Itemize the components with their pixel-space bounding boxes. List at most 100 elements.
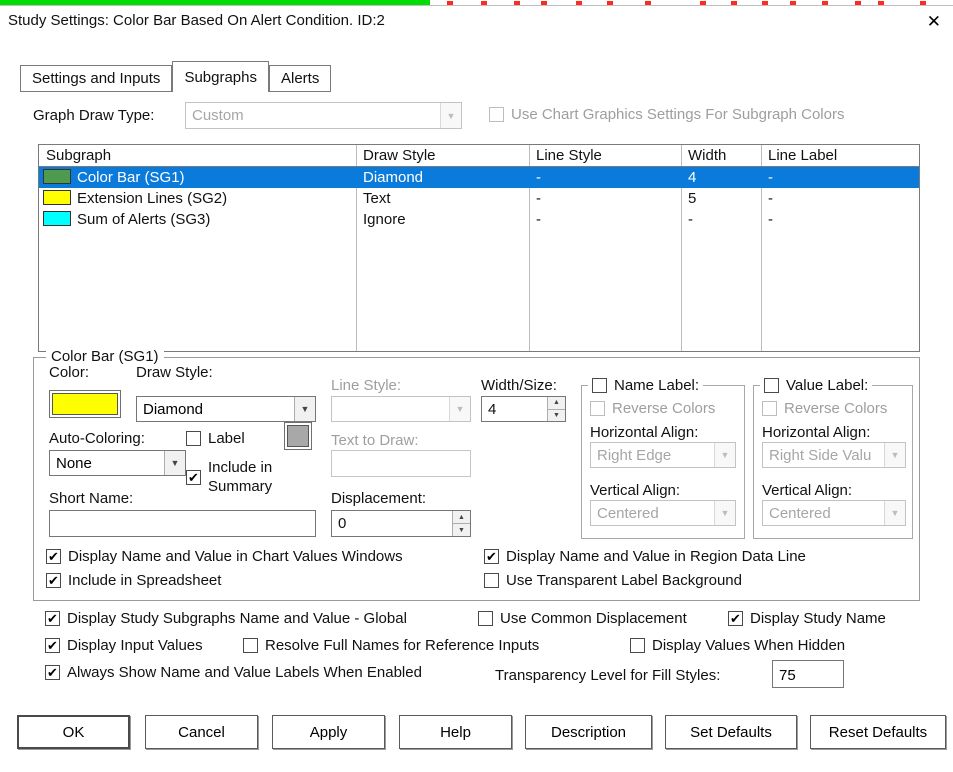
checkbox-label: Display Input Values [67,637,203,654]
table-header: Subgraph Draw Style Line Style Width Lin… [39,145,919,167]
checkmark-icon: ✔ [47,611,58,626]
cell-draw-style: Ignore [363,211,406,228]
display-input-values-checkbox[interactable]: ✔ Display Input Values [45,637,203,654]
vertical-align-value: Centered [597,505,659,522]
draw-style-select[interactable]: Diamond ▼ [136,396,316,422]
subgraph-settings-group: Color Bar (SG1) Color: Draw Style: Line … [33,348,920,601]
help-button[interactable]: Help [399,715,512,749]
checkbox-box: ✔ [186,469,201,485]
dropdown-button[interactable]: ▼ [294,397,315,421]
reset-defaults-button[interactable]: Reset Defaults [810,715,946,749]
spin-down-button[interactable]: ▼ [453,524,470,536]
tab-subgraphs[interactable]: Subgraphs [172,61,269,92]
cell-name: Color Bar (SG1) [77,169,185,186]
chevron-down-icon: ▼ [720,508,730,518]
cell-name: Sum of Alerts (SG3) [77,211,211,228]
label-color-fill [287,425,309,447]
resolve-full-names-checkbox[interactable]: Resolve Full Names for Reference Inputs [243,637,539,654]
displacement-label: Displacement: [331,490,427,507]
graph-draw-type-value: Custom [192,107,244,124]
vertical-align-label: Vertical Align: [590,482,681,499]
dropdown-button: ▼ [714,443,735,467]
graph-draw-type-label: Graph Draw Type: [33,107,155,124]
label-checkbox[interactable]: Label [186,430,245,447]
column-header-line-style: Line Style [536,147,602,164]
dialog-title: Study Settings: Color Bar Based On Alert… [8,12,385,29]
cancel-button[interactable]: Cancel [145,715,258,749]
include-spreadsheet-checkbox[interactable]: ✔ Include in Spreadsheet [46,572,221,589]
short-name-label: Short Name: [49,490,134,507]
apply-button[interactable]: Apply [272,715,385,749]
horizontal-align-value: Right Side Valu [769,447,872,464]
checkbox-box [592,378,607,393]
color-label: Color: [49,364,90,381]
checkmark-icon: ✔ [486,549,497,564]
checkbox-label: Display Values When Hidden [652,637,846,654]
set-defaults-button[interactable]: Set Defaults [665,715,797,749]
always-show-labels-checkbox[interactable]: ✔ Always Show Name and Value Labels When… [45,664,422,681]
description-button[interactable]: Description [525,715,652,749]
checkbox-label: Display Study Name [750,610,886,627]
label-color-picker-button[interactable] [284,422,312,450]
tab-alerts[interactable]: Alerts [269,65,332,92]
vertical-align-value: Centered [769,505,831,522]
include-in-summary-checkbox[interactable]: ✔ Include in Summary [186,458,296,496]
column-header-draw-style: Draw Style [363,147,436,164]
checkbox-box [489,107,504,122]
horizontal-align-label: Horizontal Align: [762,424,871,441]
arrow-down-icon: ▼ [458,526,465,534]
checkbox-box: ✔ [728,611,743,626]
name-label-checkbox[interactable]: Name Label: [588,377,704,394]
auto-coloring-select[interactable]: None ▼ [49,450,186,476]
checkbox-label: Value Label: [786,377,869,394]
common-displacement-checkbox[interactable]: Use Common Displacement [478,610,687,627]
checkbox-box [484,573,499,588]
display-region-data-checkbox[interactable]: ✔ Display Name and Value in Region Data … [484,548,806,565]
table-row[interactable]: Color Bar (SG1) Diamond - 4 - [39,167,919,188]
checkbox-label: Use Chart Graphics Settings For Subgraph… [511,106,845,123]
chevron-down-icon: ▼ [890,450,900,460]
display-chart-values-checkbox[interactable]: ✔ Display Name and Value in Chart Values… [46,548,403,565]
spin-up-button[interactable]: ▲ [453,511,470,524]
value-horizontal-align-select: Right Side Valu ▼ [762,442,906,468]
display-values-hidden-checkbox[interactable]: Display Values When Hidden [630,637,845,654]
spin-down-button[interactable]: ▼ [548,409,565,421]
spin-up-button[interactable]: ▲ [548,397,565,410]
cell-line-label: - [768,169,773,186]
dropdown-button: ▼ [449,397,470,421]
tab-settings-and-inputs[interactable]: Settings and Inputs [20,65,173,92]
transparency-level-input[interactable] [772,660,844,688]
subgraphs-global-checkbox[interactable]: ✔ Display Study Subgraphs Name and Value… [45,610,407,627]
name-label-box: Name Label: Reverse Colors Horizontal Al… [581,377,745,539]
close-icon: ✕ [926,12,941,31]
ok-button[interactable]: OK [17,715,130,749]
dropdown-button: ▼ [884,443,905,467]
horizontal-align-value: Right Edge [597,447,672,464]
transparent-background-checkbox[interactable]: Use Transparent Label Background [484,572,742,589]
checkbox-label: Display Name and Value in Chart Values W… [68,548,403,565]
cell-line-label: - [768,211,773,228]
column-header-subgraph: Subgraph [46,147,112,164]
checkmark-icon: ✔ [47,665,58,680]
name-horizontal-align-select: Right Edge ▼ [590,442,736,468]
dropdown-button: ▼ [714,501,735,525]
cell-line-style: - [536,211,541,228]
checkmark-icon: ✔ [48,549,59,564]
table-row[interactable]: Sum of Alerts (SG3) Ignore - - - [39,209,919,230]
color-picker-button[interactable] [49,390,121,418]
cell-draw-style: Diamond [363,169,424,186]
dropdown-button[interactable]: ▼ [164,451,185,475]
screen: Study Settings: Color Bar Based On Alert… [0,0,953,772]
draw-style-label: Draw Style: [136,364,213,381]
short-name-input[interactable] [49,510,316,537]
checkbox-box: ✔ [46,573,61,588]
width-size-stepper[interactable]: 4 ▲ ▼ [481,396,566,422]
displacement-stepper[interactable]: 0 ▲ ▼ [331,510,471,537]
display-study-name-checkbox[interactable]: ✔ Display Study Name [728,610,886,627]
value-label-checkbox[interactable]: Value Label: [760,377,873,394]
checkmark-icon: ✔ [188,469,199,485]
arrow-down-icon: ▼ [553,411,560,419]
chevron-down-icon: ▼ [455,404,465,414]
table-row[interactable]: Extension Lines (SG2) Text - 5 - [39,188,919,209]
close-button[interactable]: ✕ [927,12,941,32]
